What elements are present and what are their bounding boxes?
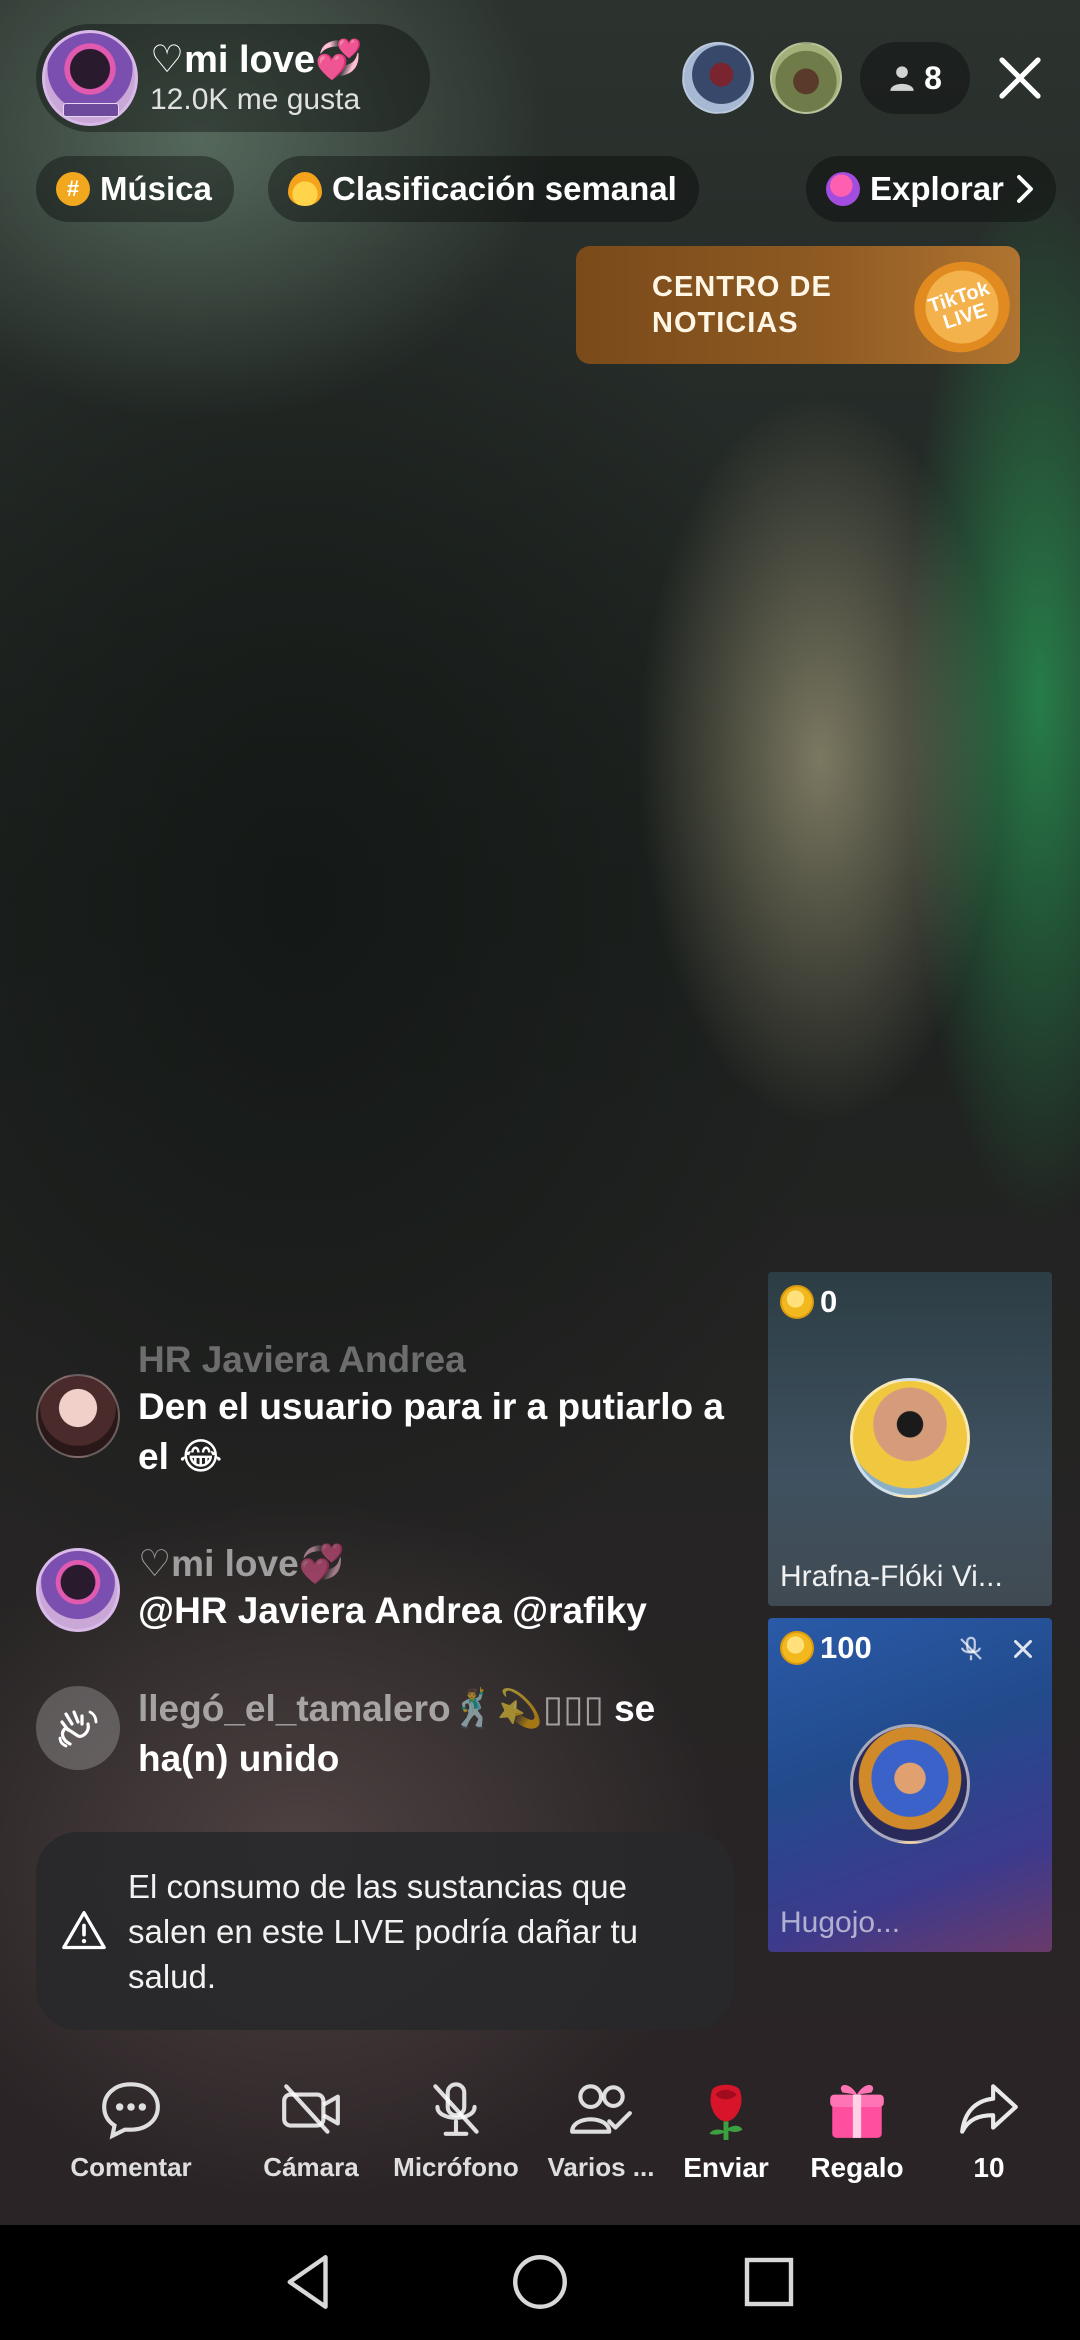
recent-apps-icon[interactable]: [736, 2249, 802, 2315]
chat-join-text: llegó_el_tamalero🕺💫▯▯▯ se ha(n) unido: [138, 1684, 736, 1784]
chat-username[interactable]: llegó_el_tamalero🕺💫▯▯▯: [138, 1688, 604, 1729]
gift-icon: [830, 2085, 884, 2138]
chat-message-text: @HR Javiera Andrea @rafiky: [138, 1590, 647, 1631]
guest-coins: 100: [780, 1630, 872, 1666]
viewer-count: 8: [924, 59, 942, 96]
chip-label: Música: [100, 170, 212, 207]
toolbar-label: Comentar: [70, 2152, 192, 2182]
chat-text: llegó_el_tamalero🕺💫▯▯▯ se ha(n) unido: [138, 1684, 736, 1784]
toolbar-label: Cámara: [263, 2152, 359, 2182]
chat-join-message[interactable]: llegó_el_tamalero🕺💫▯▯▯ se ha(n) unido: [36, 1684, 736, 1804]
toolbar-label: Regalo: [810, 2152, 904, 2183]
toolbar-label: Enviar: [683, 2152, 769, 2183]
share-icon: [960, 2084, 1018, 2134]
comment-icon: [102, 2082, 160, 2140]
guest-name: Hugojo...: [780, 1906, 901, 1939]
microphone-button[interactable]: Micrófono: [381, 2076, 531, 2206]
chat-username[interactable]: HR Javiera Andrea: [138, 1338, 736, 1382]
chip-explore[interactable]: Explorar: [806, 156, 1056, 222]
chip-label: Explorar: [870, 170, 1004, 207]
home-icon[interactable]: [507, 2249, 573, 2315]
camera-off-icon: [282, 2084, 340, 2134]
system-navigation-bar: [0, 2225, 1080, 2340]
chat-message-text: Den el usuario para ir a putiarlo a el 😂: [138, 1386, 725, 1477]
chat-text: ♡mi love💞 @HR Javiera Andrea @rafiky: [138, 1542, 736, 1636]
send-rose-button[interactable]: Enviar: [651, 2076, 801, 2206]
coin-icon: [780, 1285, 814, 1319]
chat-message[interactable]: HR Javiera Andrea Den el usuario para ir…: [36, 1339, 736, 1522]
guest-coin-count: 100: [820, 1630, 872, 1665]
top-viewer-avatar[interactable]: [770, 42, 842, 114]
back-icon[interactable]: [276, 2249, 342, 2315]
guest-name: Hrafna-Flóki Vi...: [780, 1560, 1003, 1593]
rose-icon: [709, 2084, 743, 2140]
warning-icon: [62, 1911, 106, 1950]
chevron-right-icon: [1016, 175, 1033, 203]
wave-hand-icon: [58, 1710, 98, 1748]
host-likes: 12.0K me gusta: [150, 83, 361, 116]
news-banner-title: CENTRO DE NOTICIAS: [652, 271, 832, 339]
host-text-block: ♡mi love💞 12.0K me gusta: [150, 38, 362, 118]
camera-button[interactable]: Cámara: [236, 2076, 386, 2206]
host-info[interactable]: ♡mi love💞 12.0K me gusta: [36, 24, 430, 132]
top-viewer-avatar[interactable]: [682, 42, 754, 114]
coin-icon: [780, 1631, 814, 1665]
remove-guest-icon[interactable]: [1008, 1634, 1038, 1664]
multi-guest-icon: [570, 2084, 632, 2134]
flame-icon: [288, 172, 322, 206]
close-icon: [999, 57, 1041, 99]
guest-avatar[interactable]: [850, 1378, 970, 1498]
toolbar-label: Micrófono: [393, 2152, 519, 2182]
guest-avatar[interactable]: [850, 1724, 970, 1844]
mic-off-icon: [433, 2082, 479, 2136]
tiktok-live-logo: TikTok LIVE: [902, 249, 1020, 364]
guest-panel[interactable]: 100 Hugojo...: [768, 1618, 1052, 1952]
chip-weekly-ranking[interactable]: Clasificación semanal: [268, 156, 699, 222]
host-avatar[interactable]: [42, 30, 138, 126]
close-button[interactable]: [990, 42, 1050, 114]
share-button[interactable]: 10: [914, 2076, 1064, 2206]
chat-avatar[interactable]: [36, 1548, 120, 1632]
content-warning: El consumo de las sustancias que salen e…: [36, 1832, 734, 2030]
chat-avatar[interactable]: [36, 1374, 120, 1458]
person-icon: [890, 66, 914, 91]
music-hashtag-icon: #: [56, 172, 90, 206]
guest-coin-count: 0: [820, 1284, 838, 1319]
comment-button[interactable]: Comentar: [56, 2076, 206, 2206]
chat-message[interactable]: ♡mi love💞 @HR Javiera Andrea @rafiky: [36, 1542, 736, 1652]
gift-button[interactable]: Regalo: [782, 2076, 932, 2206]
chip-musica[interactable]: # Música: [36, 156, 234, 222]
guest-coins: 0: [780, 1284, 837, 1320]
mic-muted-icon[interactable]: [956, 1634, 986, 1664]
guest-panel[interactable]: 0 Hrafna-Flóki Vi...: [768, 1272, 1052, 1606]
news-center-banner[interactable]: CENTRO DE NOTICIAS TikTok LIVE: [576, 246, 1020, 364]
viewer-count-button[interactable]: 8: [860, 42, 970, 114]
host-name: ♡mi love💞: [150, 39, 363, 81]
wave-hand-avatar: [36, 1686, 120, 1770]
chat-text: HR Javiera Andrea Den el usuario para ir…: [138, 1339, 736, 1482]
planet-icon: [826, 172, 860, 206]
chat-username[interactable]: ♡mi love💞: [138, 1542, 736, 1586]
chip-label: Clasificación semanal: [332, 170, 677, 207]
share-count: 10: [973, 2152, 1005, 2183]
warning-text: El consumo de las sustancias que salen e…: [128, 1867, 639, 1995]
